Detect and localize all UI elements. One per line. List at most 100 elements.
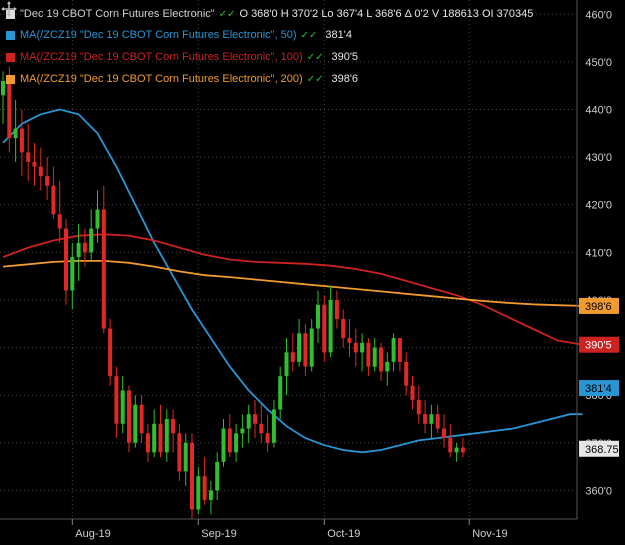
candle-body (259, 423, 264, 434)
candle-body (372, 347, 377, 367)
candle (253, 399, 257, 439)
candle (227, 414, 232, 458)
candle (366, 338, 371, 377)
ma-value: 381'4 (325, 29, 352, 41)
candle-body (234, 433, 239, 453)
y-tick-label: 430'0 (585, 152, 612, 164)
legend-ma-row[interactable]: MA(/ZCZ19 "Dec 19 CBOT Corn Futures Elec… (6, 25, 352, 46)
candle-body (347, 338, 352, 343)
candle (334, 290, 339, 329)
candle (309, 319, 314, 372)
candle (120, 376, 125, 434)
candle (259, 404, 264, 443)
candle (108, 319, 113, 386)
candle (303, 323, 308, 377)
candle (26, 123, 31, 181)
candle (145, 423, 150, 462)
candle (51, 166, 56, 220)
candle-body (334, 299, 339, 320)
candle (391, 333, 396, 372)
drawing-tools-icon[interactable] (0, 0, 18, 18)
candle-body (435, 414, 440, 429)
candle-body (379, 347, 383, 372)
candle (316, 290, 320, 343)
candle (353, 328, 358, 367)
main-series-label: "Dec 19 CBOT Corn Futures Electronic" (20, 8, 215, 20)
price-tag: 381'4 (579, 380, 619, 397)
candle-body (95, 209, 100, 229)
legend-ma-row[interactable]: MA(/ZCZ19 "Dec 19 CBOT Corn Futures Elec… (6, 47, 358, 68)
candle (114, 366, 119, 439)
candle (133, 395, 138, 448)
x-tick-label: Oct-19 (327, 528, 360, 540)
candle-body (385, 361, 390, 372)
candle (45, 157, 50, 200)
price-tag: 368.75 (579, 440, 619, 457)
candle (397, 338, 402, 372)
candle-body (316, 304, 320, 329)
candle (208, 480, 213, 515)
candle (278, 366, 283, 420)
candle-body (246, 414, 251, 429)
x-tick-label: Nov-19 (472, 528, 507, 540)
candle (416, 385, 421, 424)
candle (89, 209, 94, 262)
candle (177, 423, 182, 481)
candle (164, 409, 169, 462)
candle-body (45, 176, 50, 186)
ma-swatch (6, 53, 15, 62)
candle-body (328, 299, 333, 353)
candle (171, 409, 176, 453)
candle-body (322, 304, 327, 353)
candle-body (215, 461, 220, 491)
chart-window: 360'0370'0380'0390'0400'0410'0420'0430'0… (0, 0, 625, 545)
ma-label: MA(/ZCZ19 "Dec 19 CBOT Corn Futures Elec… (20, 73, 303, 85)
candle-body (353, 342, 358, 353)
candle (284, 338, 289, 396)
check-icon: ✓✓ (306, 74, 324, 85)
legend-main-row[interactable]: "Dec 19 CBOT Corn Futures Electronic" ✓✓… (6, 4, 533, 25)
ohlc-readout: O 368'0 H 370'2 Lo 367'4 L 368'6 Δ 0'2 V… (239, 8, 534, 20)
candle (435, 404, 440, 434)
check-icon: ✓✓ (218, 9, 236, 20)
candle (271, 399, 276, 448)
candle (429, 404, 434, 439)
candle (127, 385, 131, 453)
y-tick-label: 460'0 (585, 9, 612, 21)
y-tick-label: 420'0 (585, 200, 612, 212)
candle-body (19, 128, 24, 153)
candle-body (202, 476, 207, 500)
candle (341, 309, 346, 348)
candle (234, 423, 239, 462)
candle (372, 338, 377, 372)
candle-body (64, 228, 68, 291)
candle-body (442, 428, 446, 439)
candle-body (127, 390, 131, 443)
candle-body (51, 185, 56, 215)
candle (101, 185, 106, 334)
candle-body (460, 447, 465, 453)
moving-average-lines (2, 108, 583, 454)
x-tick-label: Sep-19 (201, 528, 236, 540)
ma-value: 390'5 (331, 51, 359, 63)
ma-line (2, 260, 583, 307)
candle-body (139, 404, 144, 434)
candle (202, 457, 207, 505)
candle (183, 433, 188, 486)
y-tick-label: 410'0 (585, 247, 612, 259)
y-tick-label: 450'0 (585, 57, 612, 69)
y-tick-label: 360'0 (585, 485, 612, 497)
candle (158, 404, 163, 458)
candle-body (152, 423, 157, 453)
legend-ma-row[interactable]: MA(/ZCZ19 "Dec 19 CBOT Corn Futures Elec… (6, 69, 358, 90)
candle-body (70, 257, 75, 291)
candle (76, 223, 81, 281)
ma-swatch (6, 75, 15, 84)
time-axis: Aug-19 Sep-19 Oct-19 Nov-19 (71, 519, 508, 540)
price-tag: 398'6 (579, 297, 619, 314)
candle-body (158, 423, 163, 453)
candle (448, 423, 453, 458)
candle-body (1, 80, 5, 96)
candle-body (57, 214, 62, 229)
candle (32, 142, 37, 186)
